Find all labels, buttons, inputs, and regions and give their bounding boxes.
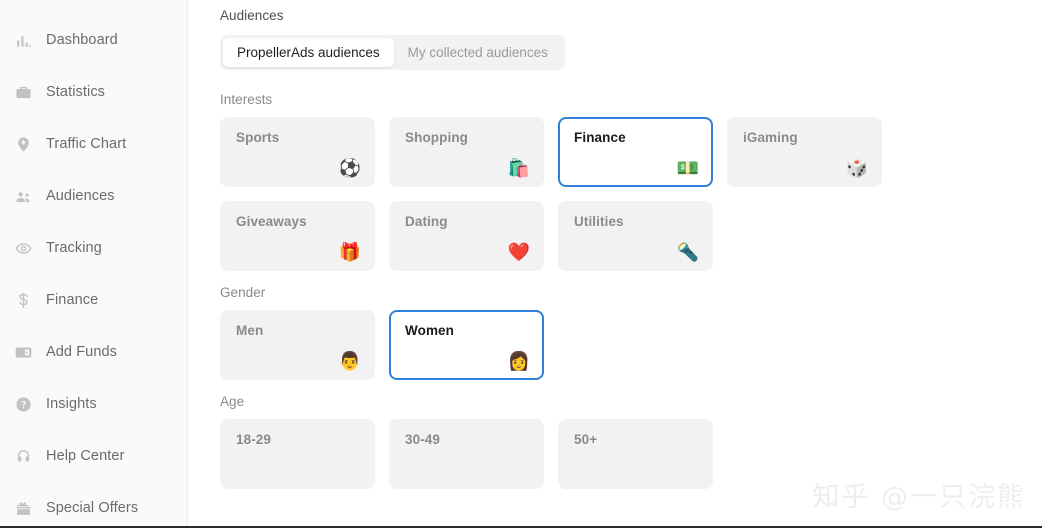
audience-tabs: PropellerAds audiences My collected audi… (220, 35, 565, 70)
sidebar-item-label: Tracking (46, 240, 102, 256)
wallet-icon (14, 343, 32, 361)
sidebar-item-label: Add Funds (46, 344, 117, 360)
main-content: Audiences PropellerAds audiences My coll… (188, 0, 1042, 528)
banknote-icon: 💵 (677, 159, 699, 177)
page-title: Audiences (220, 8, 1042, 23)
audiences-page: Dashboard Statistics Traffic Chart Audience… (0, 0, 1042, 528)
shopping-bags-icon: 🛍️ (508, 159, 530, 177)
sidebar-item-label: Dashboard (46, 32, 118, 48)
flashlight-icon: 🔦 (677, 243, 699, 261)
sidebar-item-label: Finance (46, 292, 98, 308)
sidebar-item-add-funds[interactable]: Add Funds (0, 326, 187, 378)
sidebar-item-label: Statistics (46, 84, 105, 100)
card-row: Men 👨 Women 👩 (220, 310, 1042, 380)
option-card-label: Shopping (405, 130, 528, 145)
sidebar-item-label: Traffic Chart (46, 136, 126, 152)
question-circle-icon (14, 395, 32, 413)
sidebar: Dashboard Statistics Traffic Chart Audience… (0, 0, 188, 528)
option-card-giveaways[interactable]: Giveaways 🎁 (220, 201, 375, 271)
man-face-icon: 👨 (339, 352, 361, 370)
option-card-label: Sports (236, 130, 359, 145)
sidebar-item-traffic-chart[interactable]: Traffic Chart (0, 118, 187, 170)
sidebar-item-label: Insights (46, 396, 97, 412)
option-card-label: 50+ (574, 432, 697, 447)
eye-icon (14, 239, 32, 257)
option-card-label: 30-49 (405, 432, 528, 447)
sidebar-item-special-offers[interactable]: Special Offers (0, 482, 187, 528)
heart-icon: ❤️ (508, 243, 530, 261)
section-gender: Gender Men 👨 Women 👩 (220, 285, 1042, 380)
briefcase-icon (14, 83, 32, 101)
tab-my-collected-audiences[interactable]: My collected audiences (394, 38, 562, 67)
option-card-finance[interactable]: Finance 💵 (558, 117, 713, 187)
section-label-gender: Gender (220, 285, 1042, 300)
gift-box-icon (14, 499, 32, 517)
option-card-50-[interactable]: 50+ (558, 419, 713, 489)
section-label-interests: Interests (220, 92, 1042, 107)
woman-face-icon: 👩 (508, 352, 530, 370)
sidebar-item-label: Special Offers (46, 500, 138, 516)
option-card-label: Men (236, 323, 359, 338)
tab-propellerads-audiences[interactable]: PropellerAds audiences (223, 38, 394, 67)
sidebar-item-dashboard[interactable]: Dashboard (0, 14, 187, 66)
option-card-label: Utilities (574, 214, 697, 229)
sidebar-item-label: Audiences (46, 188, 115, 204)
option-card-igaming[interactable]: iGaming 🎲 (727, 117, 882, 187)
map-pin-plus-icon (14, 135, 32, 153)
option-card-label: iGaming (743, 130, 866, 145)
soccer-ball-icon: ⚽ (339, 159, 361, 177)
bar-chart-icon (14, 31, 32, 49)
option-card-label: Dating (405, 214, 528, 229)
option-card-30-49[interactable]: 30-49 (389, 419, 544, 489)
sidebar-item-tracking[interactable]: Tracking (0, 222, 187, 274)
option-card-women[interactable]: Women 👩 (389, 310, 544, 380)
option-card-label: 18-29 (236, 432, 359, 447)
option-card-shopping[interactable]: Shopping 🛍️ (389, 117, 544, 187)
option-card-dating[interactable]: Dating ❤️ (389, 201, 544, 271)
option-card-utilities[interactable]: Utilities 🔦 (558, 201, 713, 271)
dice-icon: 🎲 (846, 159, 868, 177)
sidebar-item-insights[interactable]: Insights (0, 378, 187, 430)
sidebar-item-help-center[interactable]: Help Center (0, 430, 187, 482)
sidebar-item-statistics[interactable]: Statistics (0, 66, 187, 118)
section-interests: Interests Sports ⚽ Shopping 🛍️ Finance 💵 iGami… (220, 92, 1042, 271)
option-card-label: Finance (574, 130, 697, 145)
section-label-age: Age (220, 394, 1042, 409)
option-card-men[interactable]: Men 👨 (220, 310, 375, 380)
card-row: Sports ⚽ Shopping 🛍️ Finance 💵 iGaming 🎲 (220, 117, 1042, 187)
dollar-sign-icon (14, 291, 32, 309)
option-card-sports[interactable]: Sports ⚽ (220, 117, 375, 187)
card-row: Giveaways 🎁 Dating ❤️ Utilities 🔦 (220, 201, 1042, 271)
people-icon (14, 187, 32, 205)
watermark: 知乎 @一只浣熊 (812, 475, 1026, 514)
sidebar-item-finance[interactable]: Finance (0, 274, 187, 326)
option-card-label: Giveaways (236, 214, 359, 229)
option-card-label: Women (405, 323, 528, 338)
headset-icon (14, 447, 32, 465)
option-card-18-29[interactable]: 18-29 (220, 419, 375, 489)
gift-icon: 🎁 (339, 243, 361, 261)
sidebar-item-label: Help Center (46, 448, 124, 464)
sidebar-item-audiences[interactable]: Audiences (0, 170, 187, 222)
